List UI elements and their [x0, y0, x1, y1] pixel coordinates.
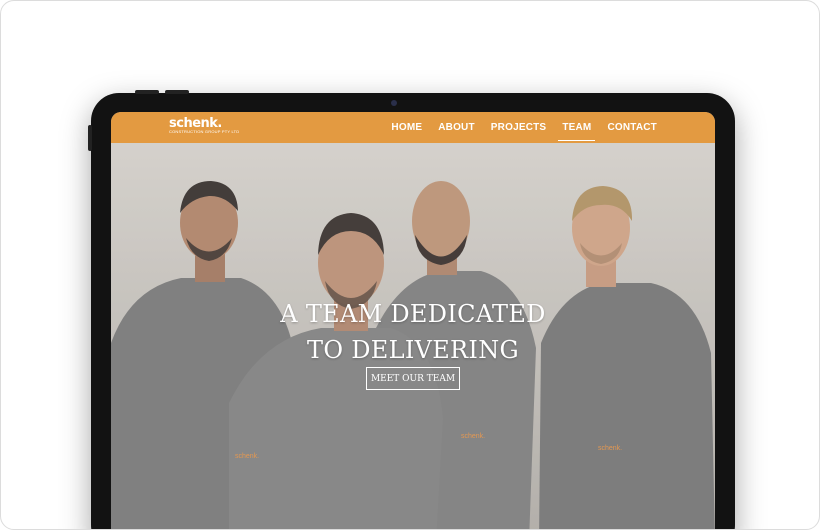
- logo-tagline: CONSTRUCTION GROUP PTY LTD: [169, 129, 240, 134]
- tablet-camera: [391, 100, 397, 106]
- tablet-volume-button: [135, 90, 159, 94]
- nav-home[interactable]: HOME: [391, 118, 422, 137]
- nav-contact[interactable]: CONTACT: [607, 118, 657, 137]
- tablet-side-button: [88, 125, 92, 151]
- nav-about[interactable]: ABOUT: [438, 118, 475, 137]
- nav-projects[interactable]: PROJECTS: [491, 118, 547, 137]
- tablet-volume-button: [165, 90, 189, 94]
- hero-heading-line: TO DELIVERING: [307, 336, 519, 364]
- hero-section: schenk. schenk. schenk. A TEAM DEDICATED…: [111, 143, 715, 529]
- site-logo[interactable]: schenk. CONSTRUCTION GROUP PTY LTD: [169, 117, 239, 134]
- site-navbar: schenk. CONSTRUCTION GROUP PTY LTD HOME …: [111, 112, 715, 143]
- hero-heading-line: A TEAM DEDICATED: [280, 300, 546, 328]
- main-nav: HOME ABOUT PROJECTS TEAM CONTACT: [391, 112, 657, 143]
- tablet-device: schenk. CONSTRUCTION GROUP PTY LTD HOME …: [88, 90, 735, 529]
- meet-our-team-button[interactable]: MEET OUR TEAM: [366, 367, 460, 390]
- tablet-screen: schenk. CONSTRUCTION GROUP PTY LTD HOME …: [111, 112, 715, 529]
- nav-team[interactable]: TEAM: [558, 118, 596, 141]
- hero-heading: A TEAM DEDICATED TO DELIVERING: [111, 296, 715, 368]
- preview-frame: schenk. CONSTRUCTION GROUP PTY LTD HOME …: [0, 0, 820, 530]
